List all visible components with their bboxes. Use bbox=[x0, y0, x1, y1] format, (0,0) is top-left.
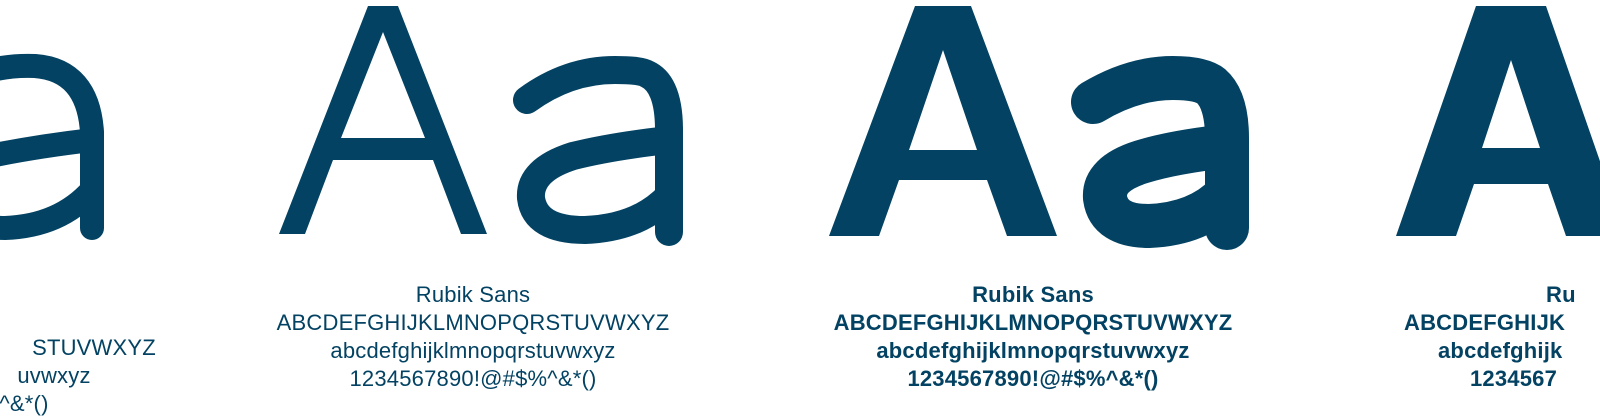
uppercase-sample: ABCDEFGHIJKLMNOPQRSTUVWXYZ bbox=[833, 310, 1233, 335]
lowercase-sample: abcdefghijk bbox=[1438, 338, 1563, 363]
digits-sample: 1234567890!@#$%^&*() bbox=[349, 366, 597, 391]
font-name-label: Rubik Sans bbox=[415, 282, 531, 307]
specimen-text-regular: Rubik Sans ABCDEFGHIJKLMNOPQRSTUVWXYZ ab… bbox=[193, 281, 753, 393]
glyph-A-bold bbox=[1396, 6, 1600, 236]
lowercase-sample: abcdefghijklmnopqrstuvwxyz bbox=[876, 338, 1190, 363]
specimen-panel-bold: Ru ABCDEFGHIJK abcdefghijk 1234567 bbox=[1320, 0, 1600, 417]
specimen-panel-medium: Rubik Sans ABCDEFGHIJKLMNOPQRSTUVWXYZ ab… bbox=[753, 0, 1313, 417]
specimen-text-bold: Ru ABCDEFGHIJK abcdefghijk 1234567 bbox=[1320, 281, 1600, 393]
uppercase-sample: ABCDEFGHIJK bbox=[1404, 310, 1566, 335]
digits-sample: 1234567 bbox=[1470, 366, 1558, 391]
digits-sample: 1234567890!@#$%^&*() bbox=[907, 366, 1159, 391]
specimen-text-medium: Rubik Sans ABCDEFGHIJKLMNOPQRSTUVWXYZ ab… bbox=[753, 281, 1313, 393]
lowercase-sample: abcdefghijklmnopqrstuvwxyz bbox=[330, 338, 616, 363]
font-specimen-strip: STUVWXYZ uvwxyz ^&*() Rubik Sans ABCDEFG… bbox=[0, 0, 1600, 417]
uppercase-sample: ABCDEFGHIJKLMNOPQRSTUVWXYZ bbox=[276, 310, 670, 335]
font-name-label: Ru bbox=[1546, 282, 1576, 307]
glyph-Aa-medium bbox=[829, 6, 1249, 250]
font-name-label: Rubik Sans bbox=[972, 282, 1094, 307]
specimen-panel-regular: Rubik Sans ABCDEFGHIJKLMNOPQRSTUVWXYZ ab… bbox=[193, 0, 753, 417]
glyph-Aa-regular bbox=[279, 6, 683, 246]
